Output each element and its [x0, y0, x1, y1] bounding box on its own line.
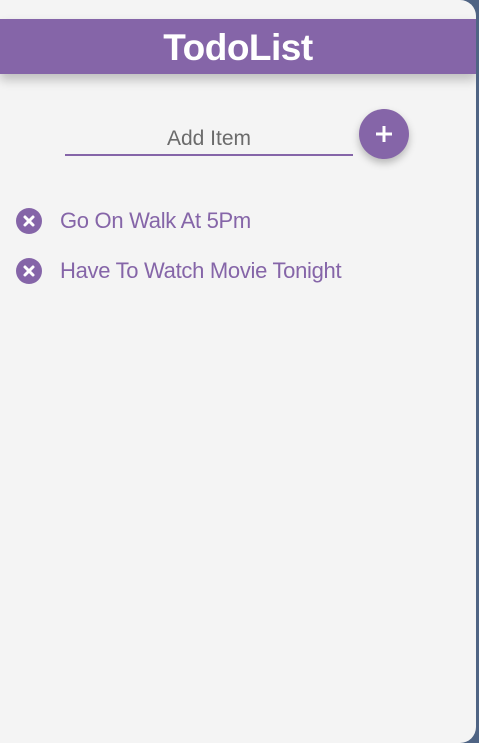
add-item-button[interactable] — [359, 109, 409, 159]
add-item-input[interactable] — [65, 124, 353, 156]
todo-text: Go On Walk At 5Pm — [60, 208, 251, 233]
delete-todo-button[interactable] — [16, 208, 42, 234]
todo-text: Have To Watch Movie Tonight — [60, 258, 342, 283]
delete-todo-button[interactable] — [16, 258, 42, 284]
plus-icon — [376, 126, 392, 142]
todo-item: Have To Watch Movie Tonight — [0, 246, 476, 296]
todo-card: TodoList Go On Walk At 5Pm — [0, 0, 476, 743]
app-title: TodoList — [163, 26, 313, 68]
app-header: TodoList — [0, 19, 476, 74]
todo-list: Go On Walk At 5Pm Have To Watch Movie To… — [0, 196, 476, 296]
close-icon — [23, 265, 35, 277]
close-icon — [23, 215, 35, 227]
todo-item: Go On Walk At 5Pm — [0, 196, 476, 246]
